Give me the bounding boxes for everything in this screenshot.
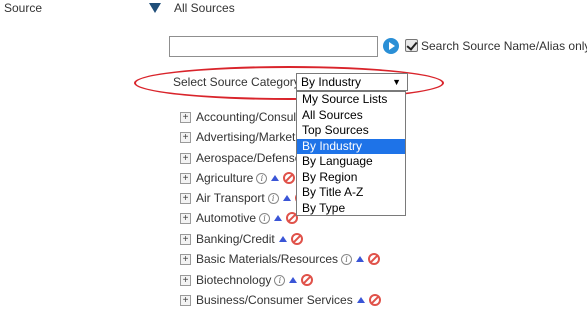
- caret-down-icon: ▼: [392, 77, 401, 87]
- up-arrow-icon[interactable]: [282, 195, 291, 201]
- up-arrow-icon[interactable]: [356, 256, 365, 262]
- industry-row: + Advertising/Marketing: [180, 129, 311, 145]
- category-option[interactable]: My Source Lists: [297, 92, 405, 108]
- industry-label[interactable]: Automotive: [196, 211, 256, 225]
- plus-icon[interactable]: +: [180, 131, 191, 143]
- up-arrow-icon[interactable]: [356, 297, 365, 303]
- source-search-input[interactable]: [169, 36, 378, 57]
- info-icon[interactable]: i: [274, 274, 286, 286]
- industry-row: + Air Transport i: [180, 190, 307, 206]
- category-select[interactable]: By Industry ▼: [296, 73, 408, 91]
- category-option-selected[interactable]: By Industry: [297, 138, 405, 154]
- industry-label[interactable]: Business/Consumer Services: [196, 293, 353, 307]
- up-arrow-icon[interactable]: [274, 215, 283, 221]
- info-icon[interactable]: i: [341, 253, 353, 265]
- source-value: All Sources: [174, 1, 235, 15]
- plus-icon[interactable]: +: [180, 152, 191, 164]
- block-icon[interactable]: [301, 274, 314, 286]
- industry-row: + Basic Materials/Resources i: [180, 251, 381, 267]
- industry-label[interactable]: Air Transport: [196, 191, 265, 205]
- category-label: Select Source Category: [173, 75, 300, 89]
- industry-label[interactable]: Biotechnology: [196, 273, 271, 287]
- industry-label[interactable]: Aerospace/Defense: [196, 151, 301, 165]
- plus-icon[interactable]: +: [180, 233, 191, 245]
- plus-icon[interactable]: +: [180, 111, 191, 123]
- up-arrow-icon[interactable]: [278, 236, 287, 242]
- alias-only-label: Search Source Name/Alias only: [421, 39, 587, 53]
- plus-icon[interactable]: +: [180, 294, 191, 306]
- category-option[interactable]: By Language: [297, 154, 405, 170]
- info-icon[interactable]: i: [259, 212, 271, 224]
- block-icon[interactable]: [283, 172, 296, 184]
- industry-row: + Biotechnology i: [180, 272, 314, 288]
- plus-icon[interactable]: +: [180, 274, 191, 286]
- category-option[interactable]: By Type: [297, 201, 405, 217]
- alias-only-checkbox[interactable]: [405, 39, 418, 52]
- industry-label[interactable]: Banking/Credit: [196, 232, 275, 246]
- block-icon[interactable]: [368, 294, 381, 306]
- source-label: Source: [4, 1, 43, 15]
- industry-row: + Business/Consumer Services: [180, 292, 381, 308]
- category-option[interactable]: By Region: [297, 170, 405, 186]
- up-arrow-icon[interactable]: [271, 175, 280, 181]
- info-icon[interactable]: i: [267, 192, 279, 204]
- category-option[interactable]: Top Sources: [297, 123, 405, 139]
- plus-icon[interactable]: +: [180, 212, 191, 224]
- industry-row: + Automotive i: [180, 210, 299, 226]
- triangle-down-icon[interactable]: [148, 2, 162, 14]
- play-icon[interactable]: [383, 38, 399, 54]
- category-option[interactable]: All Sources: [297, 108, 405, 124]
- category-dropdown-list: My Source Lists All Sources Top Sources …: [296, 91, 406, 216]
- industry-row: + Banking/Credit: [180, 231, 303, 247]
- up-arrow-icon[interactable]: [289, 277, 298, 283]
- plus-icon[interactable]: +: [180, 172, 191, 184]
- industry-label[interactable]: Agriculture: [196, 171, 253, 185]
- category-option[interactable]: By Title A-Z: [297, 185, 405, 201]
- plus-icon[interactable]: +: [180, 253, 191, 265]
- info-icon[interactable]: i: [256, 172, 268, 184]
- industry-label[interactable]: Advertising/Marketing: [196, 130, 311, 144]
- industry-row: + Aerospace/Defense: [180, 150, 301, 166]
- plus-icon[interactable]: +: [180, 192, 191, 204]
- industry-label[interactable]: Basic Materials/Resources: [196, 252, 338, 266]
- category-selected-value: By Industry: [301, 75, 362, 89]
- block-icon[interactable]: [290, 233, 303, 245]
- industry-row: + Agriculture i: [180, 170, 296, 186]
- block-icon[interactable]: [368, 253, 381, 265]
